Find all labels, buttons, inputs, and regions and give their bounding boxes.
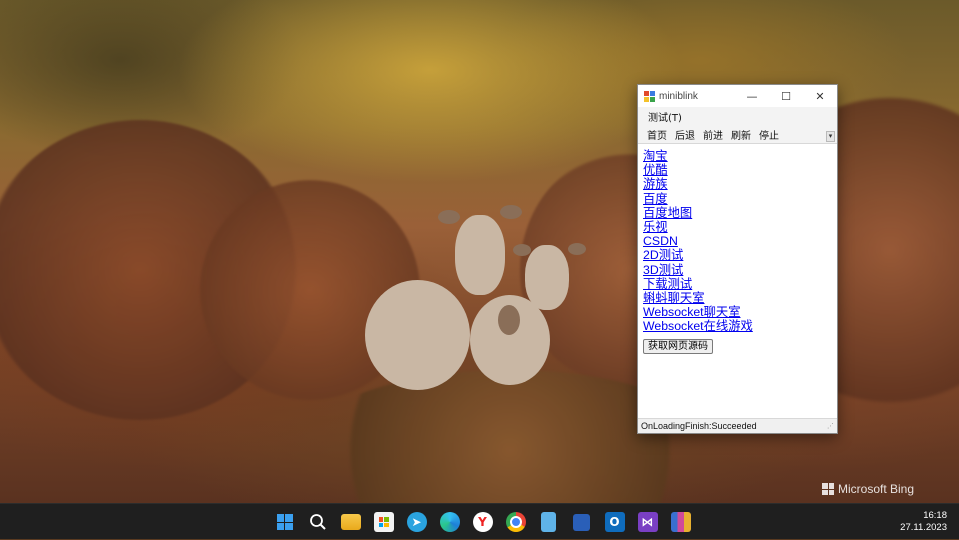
close-button[interactable]: ✕ — [803, 85, 837, 107]
link-youku[interactable]: 优酷 — [643, 163, 837, 177]
link-youzu[interactable]: 游族 — [643, 177, 837, 191]
link-letv[interactable]: 乐视 — [643, 220, 837, 234]
title-bar[interactable]: miniblink — ☐ ✕ — [638, 85, 837, 107]
link-csdn[interactable]: CSDN — [643, 234, 837, 248]
yandex-browser-icon[interactable]: Y — [466, 504, 499, 540]
toolbar: 首页 后退 前进 刷新 停止 ▾ — [638, 125, 837, 144]
winrar-icon[interactable] — [664, 504, 697, 540]
clock-time: 16:18 — [923, 510, 947, 521]
visual-studio-icon[interactable]: ⋈ — [631, 504, 664, 540]
resize-grip-icon[interactable]: ⋰ — [827, 422, 835, 430]
link-websocket-chat[interactable]: Websocket聊天室 — [643, 305, 837, 319]
window-title: miniblink — [659, 90, 698, 102]
edge-icon[interactable] — [433, 504, 466, 540]
maximize-button[interactable]: ☐ — [769, 85, 803, 107]
get-page-source-button[interactable]: 获取网页源码 — [643, 338, 713, 354]
toolbar-overflow-icon[interactable]: ▾ — [826, 131, 835, 142]
taskbar: ➤ Y O ⋈ 16:18 27.11.2023 — [0, 503, 959, 539]
refresh-button[interactable]: 刷新 — [727, 127, 755, 142]
link-websocket-game[interactable]: Websocket在线游戏 — [643, 319, 837, 333]
link-3d-test[interactable]: 3D测试 — [643, 263, 837, 277]
menu-test[interactable]: 测试(T) — [638, 109, 692, 124]
menu-bar: 测试(T) — [638, 107, 837, 125]
forward-button[interactable]: 前进 — [699, 127, 727, 142]
status-text: OnLoadingFinish:Succeeded — [641, 421, 757, 431]
chrome-icon[interactable] — [499, 504, 532, 540]
system-clock[interactable]: 16:18 27.11.2023 — [900, 510, 947, 534]
link-tadpole-chat[interactable]: 蝌蚪聊天室 — [643, 291, 837, 305]
link-baidu-map[interactable]: 百度地图 — [643, 206, 837, 220]
save-app-icon[interactable] — [565, 504, 598, 540]
telegram-icon[interactable]: ➤ — [400, 504, 433, 540]
minimize-button[interactable]: — — [735, 85, 769, 107]
microsoft-store-icon[interactable] — [367, 504, 400, 540]
home-button[interactable]: 首页 — [638, 127, 671, 142]
miniblink-app-icon — [644, 90, 655, 102]
back-button[interactable]: 后退 — [671, 127, 699, 142]
link-baidu[interactable]: 百度 — [643, 192, 837, 206]
stop-button[interactable]: 停止 — [755, 127, 783, 142]
taskbar-apps: ➤ Y O ⋈ — [268, 504, 697, 540]
start-icon[interactable] — [268, 504, 301, 540]
bing-watermark: Microsoft Bing — [822, 482, 914, 496]
deer-large — [365, 280, 470, 390]
status-bar: OnLoadingFinish:Succeeded ⋰ — [638, 418, 837, 433]
outlook-icon[interactable]: O — [598, 504, 631, 540]
miniblink-window: miniblink — ☐ ✕ 测试(T) 首页 后退 前进 刷新 停止 ▾ 淘… — [637, 84, 838, 434]
link-taobao[interactable]: 淘宝 — [643, 149, 837, 163]
notepad-icon[interactable] — [532, 504, 565, 540]
web-content: 淘宝 优酷 游族 百度 百度地图 乐视 CSDN 2D测试 3D测试 下载测试 … — [638, 144, 837, 419]
microsoft-logo-icon — [822, 483, 834, 495]
clock-date: 27.11.2023 — [900, 522, 947, 533]
file-explorer-icon[interactable] — [334, 504, 367, 540]
search-icon[interactable] — [301, 504, 334, 540]
link-download-test[interactable]: 下载测试 — [643, 277, 837, 291]
link-2d-test[interactable]: 2D测试 — [643, 248, 837, 262]
